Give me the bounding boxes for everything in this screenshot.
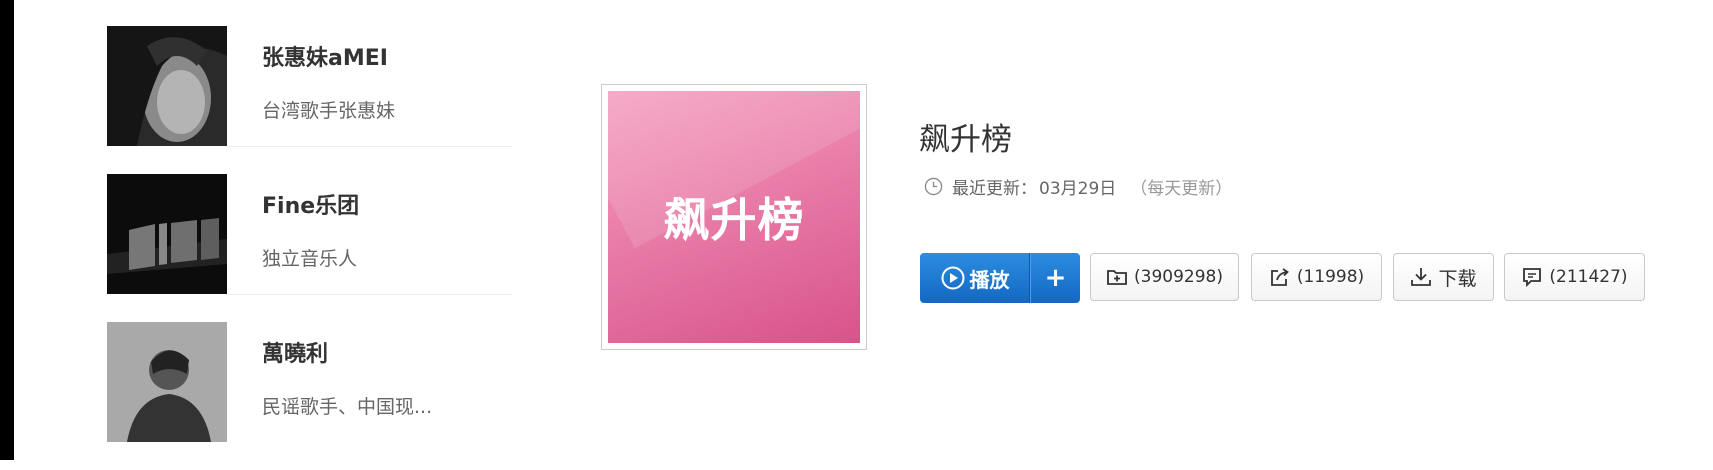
update-label: 最近更新： [952,179,1037,199]
update-frequency: （每天更新） [1130,179,1233,199]
artist-desc: 台湾歌手张惠妹 [262,100,396,122]
artist-desc: 民谣歌手、中国现... [262,396,433,418]
artist-name[interactable]: 张惠妹aMEI [262,44,395,74]
share-button[interactable]: (11998) [1251,253,1382,301]
play-button-group: 播放 + [920,253,1080,303]
share-icon [1270,268,1289,286]
artist-avatar[interactable] [107,174,227,294]
playlist-cover: 飙升榜 [601,84,867,350]
artist-item[interactable]: 萬曉利 民谣歌手、中国现... [107,294,512,442]
artist-avatar[interactable] [107,26,227,146]
playlist-title: 飙升榜 [919,122,1012,158]
comment-count: (211427) [1549,267,1628,287]
artist-item[interactable]: Fine乐团 独立音乐人 [107,146,512,294]
left-edge-bar [0,0,14,460]
play-circle-icon [941,266,964,290]
clock-icon [924,177,943,196]
play-button[interactable]: 播放 [920,253,1030,303]
comment-button[interactable]: (211427) [1504,253,1645,301]
artist-item[interactable]: 张惠妹aMEI 台湾歌手张惠妹 [107,26,512,146]
play-label: 播放 [969,267,1010,292]
update-info: 最近更新： 03月29日 （每天更新） [924,174,1232,199]
download-icon [1411,268,1432,286]
artist-avatar[interactable] [107,322,227,442]
artist-name[interactable]: Fine乐团 [262,192,359,222]
download-label: 下载 [1438,267,1477,290]
artist-desc: 独立音乐人 [262,248,358,270]
artist-list: 张惠妹aMEI 台湾歌手张惠妹 Fine乐团 独立音乐人 萬曉利 民谣歌手、中国… [107,26,512,470]
cover-text: 飙升榜 [663,193,805,247]
collect-button[interactable]: (3909298) [1090,253,1239,301]
cover-image: 飙升榜 [608,91,860,343]
update-date: 03月29日 [1039,179,1117,199]
download-button[interactable]: 下载 [1393,253,1494,301]
add-folder-icon [1107,270,1127,285]
comment-icon [1523,268,1542,288]
collect-count: (3909298) [1134,267,1223,287]
add-to-queue-button[interactable]: + [1030,253,1080,303]
share-count: (11998) [1296,267,1365,287]
artist-name[interactable]: 萬曉利 [262,340,432,370]
